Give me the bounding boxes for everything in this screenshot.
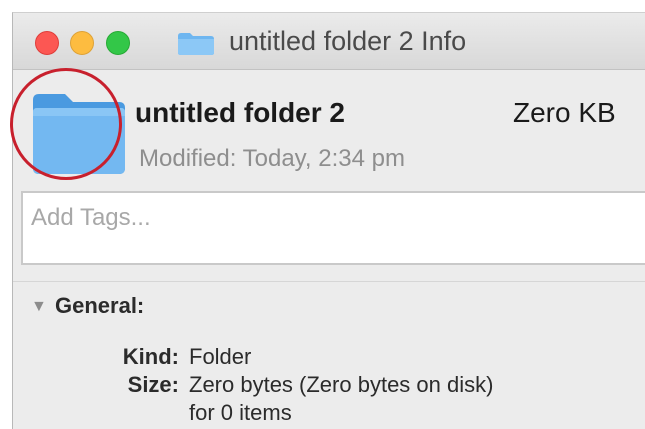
minimize-button[interactable] <box>70 31 94 55</box>
size-value: Zero bytes (Zero bytes on disk) <box>189 372 494 397</box>
tags-field-container <box>21 191 645 265</box>
general-section-title[interactable]: General: <box>55 293 144 319</box>
file-size: Zero KB <box>513 97 616 128</box>
folder-icon <box>178 33 214 55</box>
zoom-button[interactable] <box>106 31 130 55</box>
title-bar[interactable]: untitled folder 2 Info <box>13 13 645 70</box>
close-button[interactable] <box>35 31 59 55</box>
modified-date: Modified: Today, 2:34 pm <box>139 145 405 172</box>
annotation-circle <box>10 68 122 180</box>
disclosure-triangle-down-icon[interactable]: ▼ <box>31 298 47 316</box>
section-divider <box>13 281 645 282</box>
size-value-items: for 0 items <box>189 400 292 425</box>
tags-input[interactable] <box>29 203 593 233</box>
info-window: untitled folder 2 Info untitled folder 2… <box>12 12 645 429</box>
size-label: Size: <box>127 372 179 397</box>
file-name: untitled folder 2 <box>135 97 345 128</box>
kind-label: Kind: <box>122 344 179 369</box>
window-title: untitled folder 2 Info <box>229 26 467 56</box>
kind-value: Folder <box>189 344 252 369</box>
